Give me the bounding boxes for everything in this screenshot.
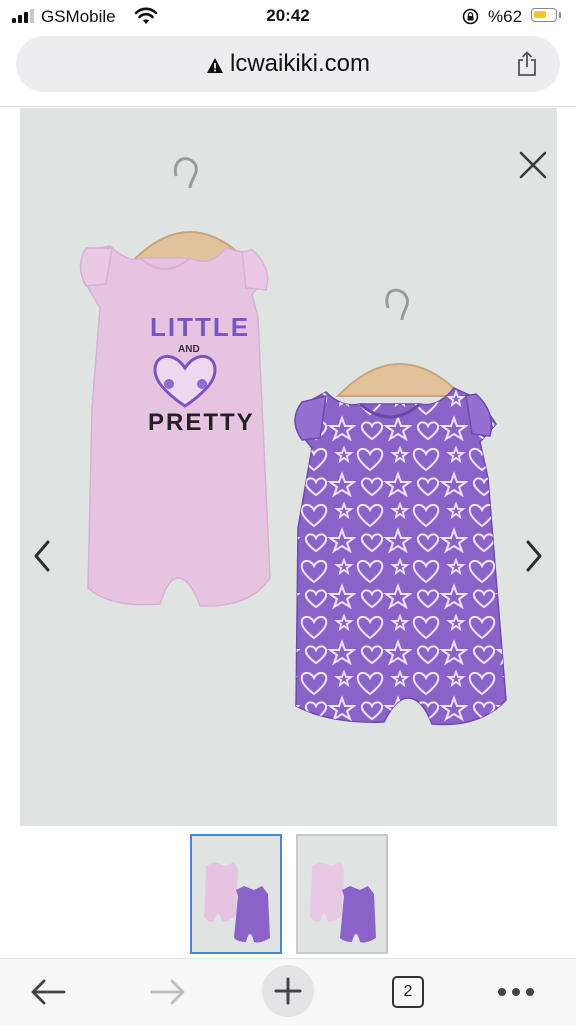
battery-percent: %62 xyxy=(488,7,523,26)
plus-icon xyxy=(274,977,302,1005)
thumbnail-1[interactable] xyxy=(190,834,282,954)
product-photo: LITTLE AND PRETTY xyxy=(79,157,507,726)
url-text[interactable]: lcwaikiki.com xyxy=(230,50,370,78)
svg-text:AND: AND xyxy=(178,344,200,355)
chevron-left-icon[interactable] xyxy=(26,536,60,576)
status-bar: GSMobile 20:42 %62 xyxy=(0,0,576,34)
back-button[interactable] xyxy=(22,967,74,1017)
arrow-left-icon xyxy=(31,979,66,1005)
orientation-lock-icon xyxy=(462,8,479,25)
tabs-button[interactable]: 2 xyxy=(382,967,434,1017)
new-tab-button[interactable] xyxy=(262,965,314,1017)
share-icon[interactable] xyxy=(516,51,538,77)
thumbnail-1-image xyxy=(192,836,280,952)
battery-tip xyxy=(559,12,561,18)
svg-text:LITTLE: LITTLE xyxy=(150,312,250,342)
chevron-right-icon[interactable] xyxy=(516,536,550,576)
battery-icon xyxy=(531,8,557,22)
menu-button[interactable] xyxy=(490,967,542,1017)
svg-text:PRETTY: PRETTY xyxy=(148,409,255,436)
thumbnail-2-image xyxy=(298,836,386,952)
product-image-viewer[interactable]: LITTLE AND PRETTY xyxy=(20,108,557,826)
header-divider xyxy=(0,106,576,107)
warning-icon xyxy=(206,57,223,73)
thumbnail-2[interactable] xyxy=(296,834,388,954)
close-icon[interactable] xyxy=(514,146,552,184)
more-horizontal-icon xyxy=(498,988,534,996)
tab-count: 2 xyxy=(392,976,424,1008)
battery-level xyxy=(534,11,546,18)
address-bar[interactable]: lcwaikiki.com xyxy=(16,36,560,92)
browser-toolbar: 2 xyxy=(0,958,576,1025)
forward-button[interactable] xyxy=(142,967,194,1017)
arrow-right-icon xyxy=(150,979,185,1005)
